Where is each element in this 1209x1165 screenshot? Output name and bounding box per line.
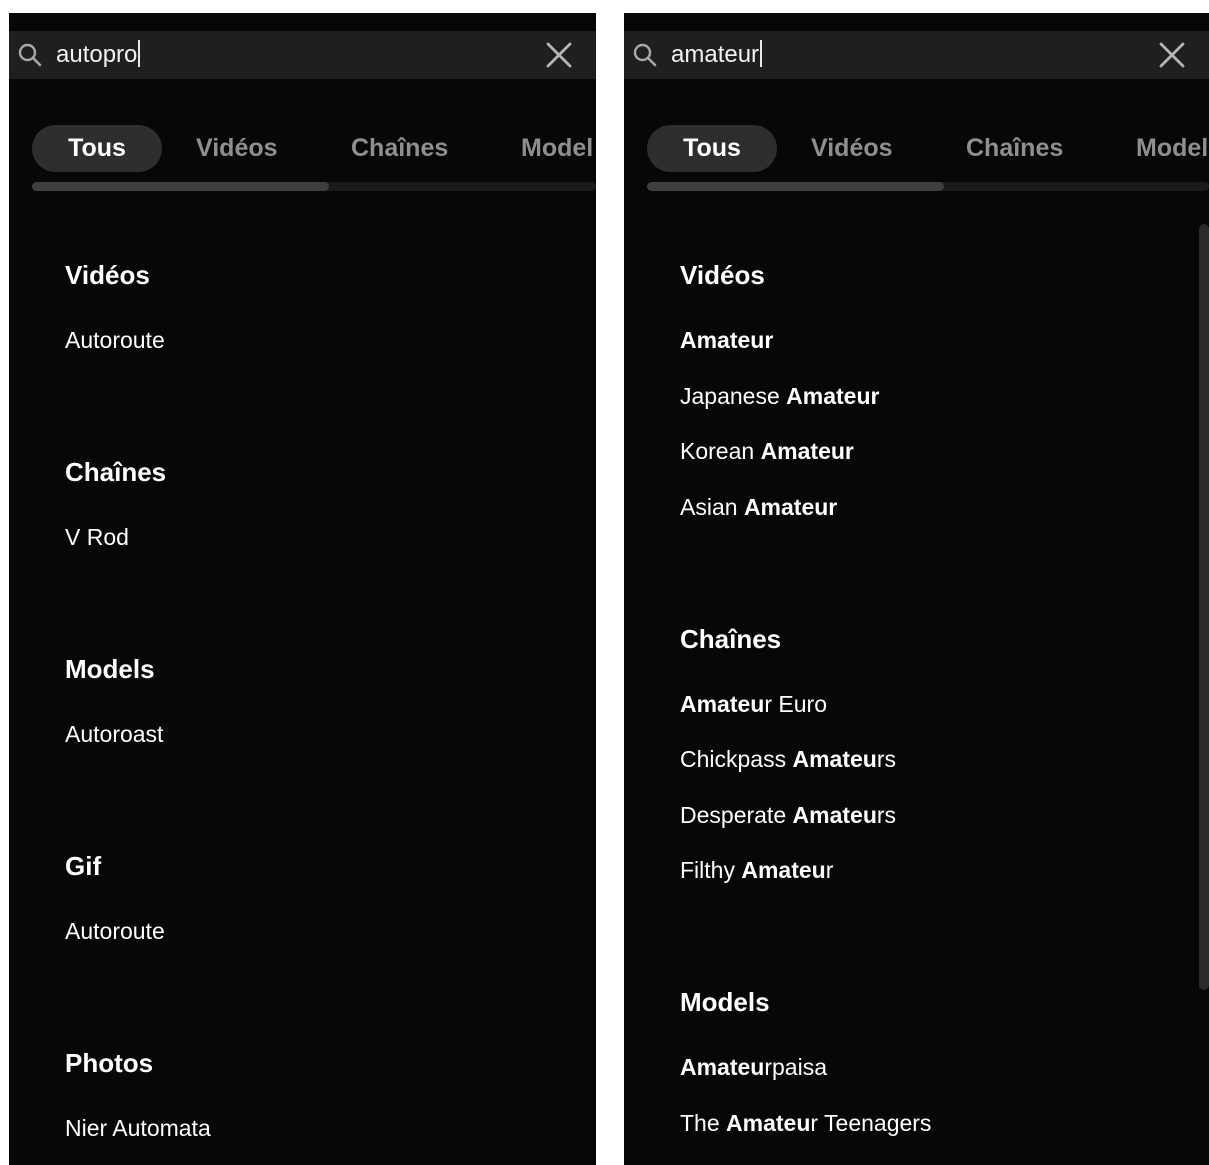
result-text: r Teenagers — [810, 1110, 932, 1136]
match-highlight: Amateur — [786, 383, 880, 409]
tab-models[interactable]: Model — [521, 125, 593, 172]
search-input[interactable]: amateur — [671, 31, 763, 79]
result-text: Autoroast — [65, 721, 164, 747]
match-highlight: Amateur — [680, 327, 774, 353]
search-icon — [633, 43, 657, 67]
tab-videos[interactable]: Vidéos — [196, 125, 278, 172]
text-caret — [760, 40, 763, 67]
match-highlight: Amateu — [792, 746, 877, 772]
result-item[interactable]: Desperate Amateurs — [680, 802, 896, 829]
tab-models[interactable]: Model — [1136, 125, 1208, 172]
close-icon[interactable] — [544, 40, 574, 70]
search-bar: autopro — [9, 31, 596, 79]
result-text: Chickpass — [680, 746, 793, 772]
section-title-gif: Gif — [65, 851, 102, 881]
search-panel-right: amateur Tous Vidéos Chaînes Model Vidéos… — [624, 13, 1209, 1165]
result-item[interactable]: Autoroute — [65, 327, 165, 354]
result-text: rs — [876, 802, 897, 828]
result-text: Asian — [680, 494, 744, 520]
tabs-scroll-thumb[interactable] — [32, 182, 329, 191]
search-panel-left: autopro Tous Vidéos Chaînes Model Vidéos… — [9, 13, 596, 1165]
match-highlight: Amateu — [792, 802, 877, 828]
tabs-scroll-track[interactable] — [647, 182, 1209, 191]
result-item[interactable]: Chickpass Amateurs — [680, 746, 896, 773]
result-text: Desperate — [680, 802, 793, 828]
result-text: The — [680, 1110, 727, 1136]
tab-chaines[interactable]: Chaînes — [351, 125, 448, 172]
match-highlight: Amateu — [680, 691, 765, 717]
result-item[interactable]: Amateur — [680, 327, 773, 354]
result-item[interactable]: Korean Amateur — [680, 438, 854, 465]
result-text: Autoroute — [65, 327, 165, 353]
results-scrollbar[interactable] — [1199, 224, 1209, 990]
section-title-models: Models — [65, 654, 155, 684]
result-item[interactable]: Asian Amateur — [680, 494, 837, 521]
result-text: V Rod — [65, 524, 129, 550]
search-bar: amateur — [624, 31, 1209, 79]
tab-tous[interactable]: Tous — [647, 125, 777, 172]
section-title-photos: Photos — [65, 1048, 154, 1078]
section-title-videos: Vidéos — [680, 260, 765, 290]
result-text: Nier Automata — [65, 1115, 211, 1141]
result-text: Autoroute — [65, 918, 165, 944]
filter-tabs: Tous Vidéos Chaînes Model — [624, 125, 1209, 173]
result-item[interactable]: Autoroast — [65, 721, 163, 748]
tab-videos[interactable]: Vidéos — [811, 125, 893, 172]
result-item[interactable]: Filthy Amateur — [680, 857, 833, 884]
search-input[interactable]: autopro — [56, 31, 141, 79]
result-text: Japanese — [680, 383, 787, 409]
section-title-videos: Vidéos — [65, 260, 150, 290]
result-text: rs — [876, 746, 897, 772]
text-caret — [138, 40, 141, 67]
search-icon — [18, 43, 42, 67]
filter-tabs: Tous Vidéos Chaînes Model — [9, 125, 596, 173]
result-item[interactable]: Amateurpaisa — [680, 1054, 827, 1081]
match-highlight: Amateu — [680, 1054, 765, 1080]
result-text: rpaisa — [764, 1054, 828, 1080]
result-text: r — [825, 857, 834, 883]
section-title-chaines: Chaînes — [680, 624, 782, 654]
match-highlight: Amateur — [760, 438, 854, 464]
result-item[interactable]: The Amateur Teenagers — [680, 1110, 931, 1137]
match-highlight: Amateur — [743, 494, 838, 520]
result-text: Filthy — [680, 857, 742, 883]
match-highlight: Amateu — [741, 857, 826, 883]
tabs-scroll-thumb[interactable] — [647, 182, 944, 191]
tabs-scroll-track[interactable] — [32, 182, 596, 191]
result-text: r Euro — [764, 691, 827, 717]
result-item[interactable]: Amateur Euro — [680, 691, 827, 718]
result-item[interactable]: Nier Automata — [65, 1115, 211, 1142]
result-item[interactable]: Japanese Amateur — [680, 383, 879, 410]
close-icon[interactable] — [1157, 40, 1187, 70]
match-highlight: Amateu — [726, 1110, 811, 1136]
result-item[interactable]: V Rod — [65, 524, 129, 551]
tab-chaines[interactable]: Chaînes — [966, 125, 1063, 172]
section-title-models: Models — [680, 987, 770, 1017]
tab-tous[interactable]: Tous — [32, 125, 162, 172]
section-title-chaines: Chaînes — [65, 457, 167, 487]
result-item[interactable]: Autoroute — [65, 918, 165, 945]
result-text: Korean — [680, 438, 761, 464]
